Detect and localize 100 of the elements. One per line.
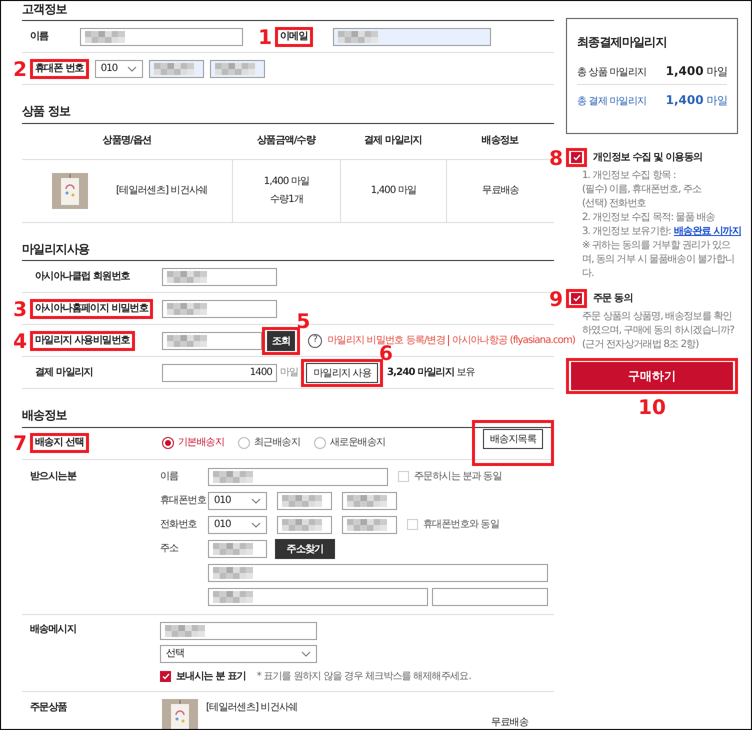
callout-number: 3: [13, 298, 27, 319]
text-field[interactable]: [332, 28, 491, 46]
callout-number: 5: [296, 310, 310, 331]
text-field[interactable]: [208, 588, 428, 606]
find-address-button[interactable]: 주소찾기: [275, 538, 335, 559]
agreement-title: 개인정보 수집 및 이용동의: [593, 152, 702, 164]
summary-value: 1,400: [666, 64, 704, 79]
text-field[interactable]: [208, 468, 388, 486]
column-header: 결제 마일리지: [363, 135, 423, 148]
radio-button[interactable]: [162, 437, 174, 450]
callout-number: 2: [13, 58, 27, 79]
link[interactable]: 배송완료 시까지: [674, 226, 741, 238]
chevron-icon: [251, 498, 261, 504]
dropdown[interactable]: 010: [208, 492, 267, 510]
blurred-text: [165, 624, 205, 637]
address-list-button[interactable]: 배송지목록: [482, 429, 543, 450]
section-title: 배송정보: [22, 389, 554, 428]
field-label: 휴대폰번호: [160, 494, 208, 507]
radio-label: 새로운배송지: [330, 437, 386, 450]
text-field[interactable]: [210, 60, 265, 78]
field-label: 결제 마일리지: [35, 366, 93, 379]
chevron-icon: [251, 522, 261, 528]
unit-label: 마일: [706, 94, 727, 108]
dropdown[interactable]: 010: [94, 60, 143, 78]
note-text: * 표기를 원하지 않을 경우 체크박스를 해제해주세요.: [256, 670, 471, 683]
column-header: 상품금액/수량: [256, 135, 317, 148]
callout-number: 10: [638, 397, 666, 417]
agreement-text: ※ 귀하는 동의를 거부할 권리가 있으며, 동의 거부 시 물품배송이 불가합니다.: [581, 239, 736, 281]
checkbox[interactable]: [160, 671, 171, 682]
agreement-text: 2. 개인정보 수집 목적: 물품 배송: [581, 211, 716, 225]
shipping-fee: 무료배송: [491, 716, 528, 729]
blurred-text: [214, 62, 255, 75]
text-field[interactable]: [277, 492, 332, 510]
field-label: 배송메시지: [30, 622, 78, 636]
checkbox-label: 휴대폰번호와 동일: [423, 518, 499, 531]
field-label: 이름: [30, 30, 50, 43]
agreement-text: (선택) 전화번호: [581, 197, 647, 211]
text-field[interactable]: [277, 516, 332, 534]
column-header: 배송정보: [480, 135, 520, 148]
blurred-text: [213, 470, 253, 483]
blurred-text: [167, 302, 207, 315]
link[interactable]: 아시아나항공 (flyasiana.com): [452, 334, 575, 347]
checkbox[interactable]: [571, 293, 582, 304]
field-label: 아시아나홈페이지 비밀번호: [35, 302, 148, 315]
field-label: 전화번호: [160, 518, 198, 531]
text-field[interactable]: [160, 622, 317, 640]
field-label: 주소: [160, 542, 180, 555]
summary-value: 1,400: [666, 93, 704, 108]
dropdown[interactable]: 010: [208, 516, 267, 534]
table-cell: 무료배송: [482, 184, 519, 197]
product-name: [테일러센츠] 비건사쉐: [206, 702, 298, 714]
text-field[interactable]: [80, 28, 243, 46]
blurred-text: [167, 334, 207, 347]
purchase-button[interactable]: 구매하기: [571, 362, 733, 390]
text-field[interactable]: [148, 60, 204, 78]
agreement-title: 주문 동의: [593, 292, 632, 304]
unit-label: 마일: [280, 366, 298, 379]
radio-button[interactable]: [238, 437, 250, 450]
text-field[interactable]: [162, 268, 277, 286]
text-field[interactable]: [162, 300, 277, 318]
section-title: 상품 정보: [22, 85, 554, 124]
field-label: 이메일: [280, 30, 308, 43]
section-title: 마일리지사용: [22, 222, 554, 262]
text-field[interactable]: [342, 492, 397, 510]
summary-label: 총 결제 마일리지: [577, 96, 648, 108]
product-name: [테일러센츠] 비건사쉐: [116, 184, 208, 197]
blurred-text: [347, 494, 387, 507]
radio-label: 기본배송지: [178, 437, 224, 450]
blurred-text: [154, 62, 194, 75]
text-field[interactable]: [162, 332, 262, 350]
callout-number: 4: [13, 330, 27, 351]
blurred-text: [282, 518, 322, 531]
text-field[interactable]: [432, 588, 548, 606]
radio-label: 최근배송지: [254, 437, 300, 450]
callout-number: 8: [549, 148, 563, 168]
field-label: 휴대폰 번호: [35, 62, 84, 75]
agreement-text: (필수) 이름, 휴대폰번호, 주소: [581, 183, 702, 197]
blurred-text: [347, 518, 387, 531]
text-field[interactable]: [208, 540, 267, 558]
text-field[interactable]: 1400: [162, 364, 277, 382]
table-cell: 1,400 마일: [370, 184, 416, 197]
text-field[interactable]: [208, 564, 548, 582]
callout-number: 1: [258, 26, 272, 47]
text-field[interactable]: [342, 516, 397, 534]
unit-label: 마일: [706, 65, 727, 79]
agreement-text: 주문 상품의 상품명, 배송정보를 확인하였으며, 구매에 동의 하시겠습니까?: [581, 310, 736, 338]
radio-button[interactable]: [314, 437, 326, 450]
blurred-text: [85, 30, 125, 43]
help-button[interactable]: ?: [308, 334, 322, 348]
use-mileage-button[interactable]: 마일리지 사용: [306, 362, 378, 383]
lookup-button[interactable]: 조회: [267, 330, 296, 351]
chevron-icon: [126, 66, 137, 72]
summary-label: 총 상품 마일리지: [577, 67, 648, 80]
dropdown[interactable]: 선택: [160, 644, 317, 663]
callout-number: 7: [13, 433, 27, 454]
field-label: 마일리지 사용비밀번호: [35, 334, 130, 347]
column-header: 상품명/옵션: [102, 135, 152, 148]
checkbox[interactable]: [571, 152, 582, 163]
field-label: 아시아나클럽 회원번호: [35, 270, 130, 283]
section-title: 고객정보: [22, 1, 554, 22]
